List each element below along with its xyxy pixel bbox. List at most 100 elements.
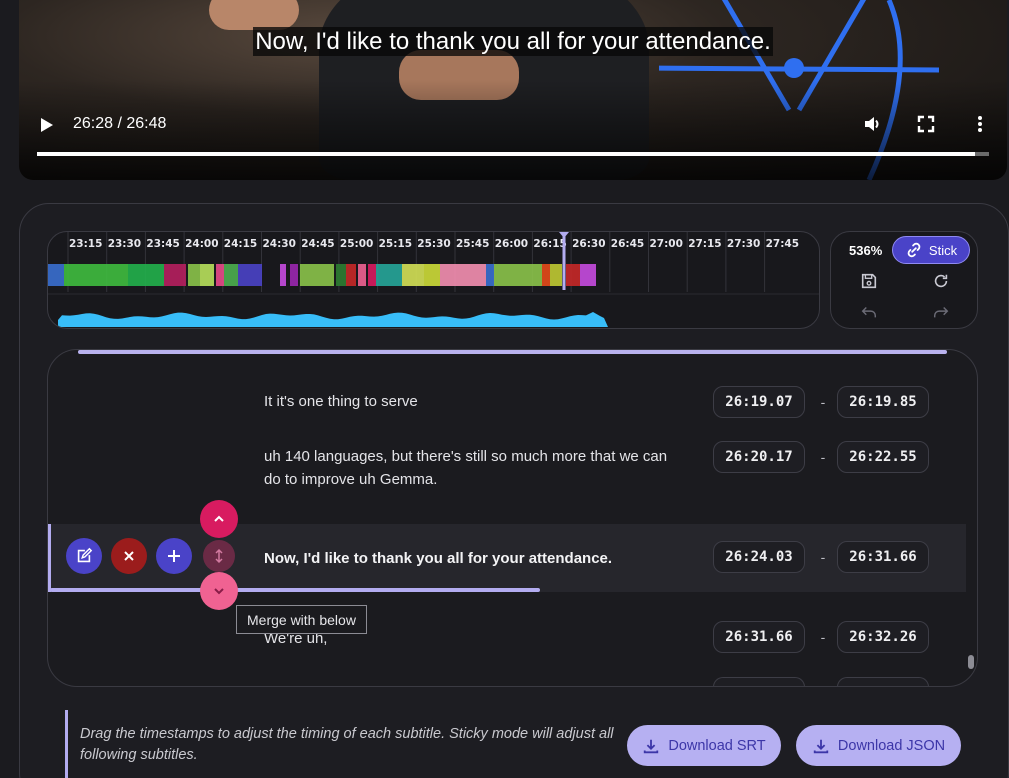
download-icon — [644, 739, 659, 753]
timeline-tick-label: 24:15 — [224, 238, 257, 250]
stick-toggle-button[interactable]: Stick — [892, 236, 970, 264]
subtitle-segment — [402, 264, 424, 286]
timeline-tick-label: 26:30 — [572, 238, 605, 250]
timeline-tick-label: 23:15 — [69, 238, 102, 250]
subtitle-segment — [424, 264, 440, 286]
fullscreen-icon[interactable] — [916, 114, 936, 134]
plus-icon — [168, 550, 180, 562]
subtitle-list[interactable]: It it's one thing to serve 26:19.07 - 26… — [47, 349, 978, 687]
subtitle-segment — [280, 264, 286, 286]
subtitle-segment — [128, 264, 164, 286]
add-subtitle-button[interactable] — [156, 538, 192, 574]
timeline-tick-label: 25:30 — [417, 238, 450, 250]
start-timestamp[interactable]: 26:31.66 — [713, 621, 805, 653]
subtitle-segment — [64, 264, 128, 286]
download-srt-button[interactable]: Download SRT — [627, 725, 781, 766]
chevron-down-icon — [214, 588, 224, 595]
subtitle-segment — [346, 264, 356, 286]
subtitle-segment — [238, 264, 262, 286]
subtitle-segment — [300, 264, 334, 286]
subtitle-segment — [550, 264, 562, 286]
video-controls: 26:28 / 26:48 — [19, 110, 1007, 140]
timeline-tick-label: 25:15 — [379, 238, 412, 250]
timeline-tick-label: 26:45 — [611, 238, 644, 250]
delete-button[interactable] — [111, 538, 147, 574]
subtitle-segment — [290, 264, 298, 286]
subtitle-segment — [216, 264, 224, 286]
subtitle-segment — [440, 264, 486, 286]
link-icon — [907, 242, 921, 258]
drag-handle[interactable] — [203, 540, 235, 572]
timeline-tick-label: 24:30 — [263, 238, 296, 250]
redo-icon[interactable] — [932, 303, 950, 321]
end-timestamp-partial[interactable] — [837, 677, 929, 686]
list-progress-indicator — [78, 350, 947, 354]
active-row-progress — [50, 588, 540, 592]
close-icon — [124, 551, 134, 561]
download-icon — [813, 739, 829, 753]
video-caption: Now, I'd like to thank you all for your … — [253, 27, 773, 56]
audio-waveform — [58, 312, 608, 327]
video-progress-bar[interactable] — [37, 152, 989, 156]
timeline-tick-label: 26:00 — [495, 238, 528, 250]
video-player[interactable]: Now, I'd like to thank you all for your … — [19, 0, 1007, 180]
usage-hint: Drag the timestamps to adjust the timing… — [65, 710, 625, 778]
start-timestamp[interactable]: 26:19.07 — [713, 386, 805, 418]
subtitle-segment — [224, 264, 238, 286]
timeline-tick-label: 23:30 — [108, 238, 141, 250]
subtitle-row[interactable]: It it's one thing to serve 26:19.07 - 26… — [48, 385, 977, 425]
more-vert-icon[interactable] — [970, 114, 990, 134]
subtitle-segment — [580, 264, 596, 286]
end-timestamp[interactable]: 26:19.85 — [837, 386, 929, 418]
subtitle-segment — [200, 264, 214, 286]
download-json-button[interactable]: Download JSON — [796, 725, 961, 766]
subtitle-segment — [336, 264, 346, 286]
subtitle-segment — [376, 264, 402, 286]
timeline-tick-label: 23:45 — [146, 238, 179, 250]
merge-below-button[interactable] — [200, 572, 238, 610]
subtitle-segment — [368, 264, 376, 286]
timeline-tick-label: 24:00 — [185, 238, 218, 250]
video-frame-hand — [209, 0, 299, 30]
timeline-tick-label: 27:15 — [688, 238, 721, 250]
zoom-level: 536% — [849, 243, 883, 258]
start-timestamp-partial[interactable] — [713, 677, 805, 686]
edit-button[interactable] — [66, 538, 102, 574]
subtitle-segment — [494, 264, 542, 286]
video-timecode: 26:28 / 26:48 — [73, 115, 167, 132]
subtitle-segment — [358, 264, 366, 286]
play-icon[interactable] — [41, 118, 53, 132]
subtitle-row[interactable]: uh 140 languages, but there's still so m… — [48, 441, 977, 491]
subtitle-segment — [566, 264, 580, 286]
timeline-tick-label: 27:45 — [766, 238, 799, 250]
resize-vertical-icon — [215, 548, 223, 564]
subtitle-text[interactable]: It it's one thing to serve — [264, 390, 684, 413]
save-icon[interactable] — [860, 272, 878, 290]
merge-tooltip: Merge with below — [236, 605, 367, 634]
chevron-up-icon — [214, 515, 224, 522]
undo-icon[interactable] — [860, 303, 878, 321]
edit-icon — [77, 547, 93, 563]
list-scrollbar[interactable] — [968, 655, 974, 669]
timeline-tick-label: 27:00 — [650, 238, 683, 250]
subtitle-segment — [486, 264, 494, 286]
start-timestamp[interactable]: 26:24.03 — [713, 541, 805, 573]
video-progress-fill — [37, 152, 975, 156]
refresh-icon[interactable] — [932, 272, 950, 290]
move-up-button[interactable] — [200, 500, 238, 538]
end-timestamp[interactable]: 26:32.26 — [837, 621, 929, 653]
subtitle-row[interactable]: We're uh, 26:31.66 - 26:32.26 — [48, 619, 977, 659]
subtitle-text[interactable]: uh 140 languages, but there's still so m… — [264, 445, 684, 491]
timeline[interactable]: 23:15 23:30 23:45 24:00 24:15 24:30 24:45 25:00… — [47, 231, 820, 329]
timeline-controls: 536% Stick — [830, 231, 978, 329]
start-timestamp[interactable]: 26:20.17 — [713, 441, 805, 473]
end-timestamp[interactable]: 26:22.55 — [837, 441, 929, 473]
subtitle-text[interactable]: Now, I'd like to thank you all for your … — [264, 547, 684, 570]
timeline-tick-label: 26:15 — [533, 238, 566, 250]
timeline-tick-label: 25:00 — [340, 238, 373, 250]
timeline-track[interactable]: 23:15 23:30 23:45 24:00 24:15 24:30 24:45 25:00… — [48, 232, 820, 329]
subtitle-segment — [164, 264, 186, 286]
end-timestamp[interactable]: 26:31.66 — [837, 541, 929, 573]
subtitle-segment — [48, 264, 64, 286]
volume-icon[interactable] — [862, 114, 882, 134]
